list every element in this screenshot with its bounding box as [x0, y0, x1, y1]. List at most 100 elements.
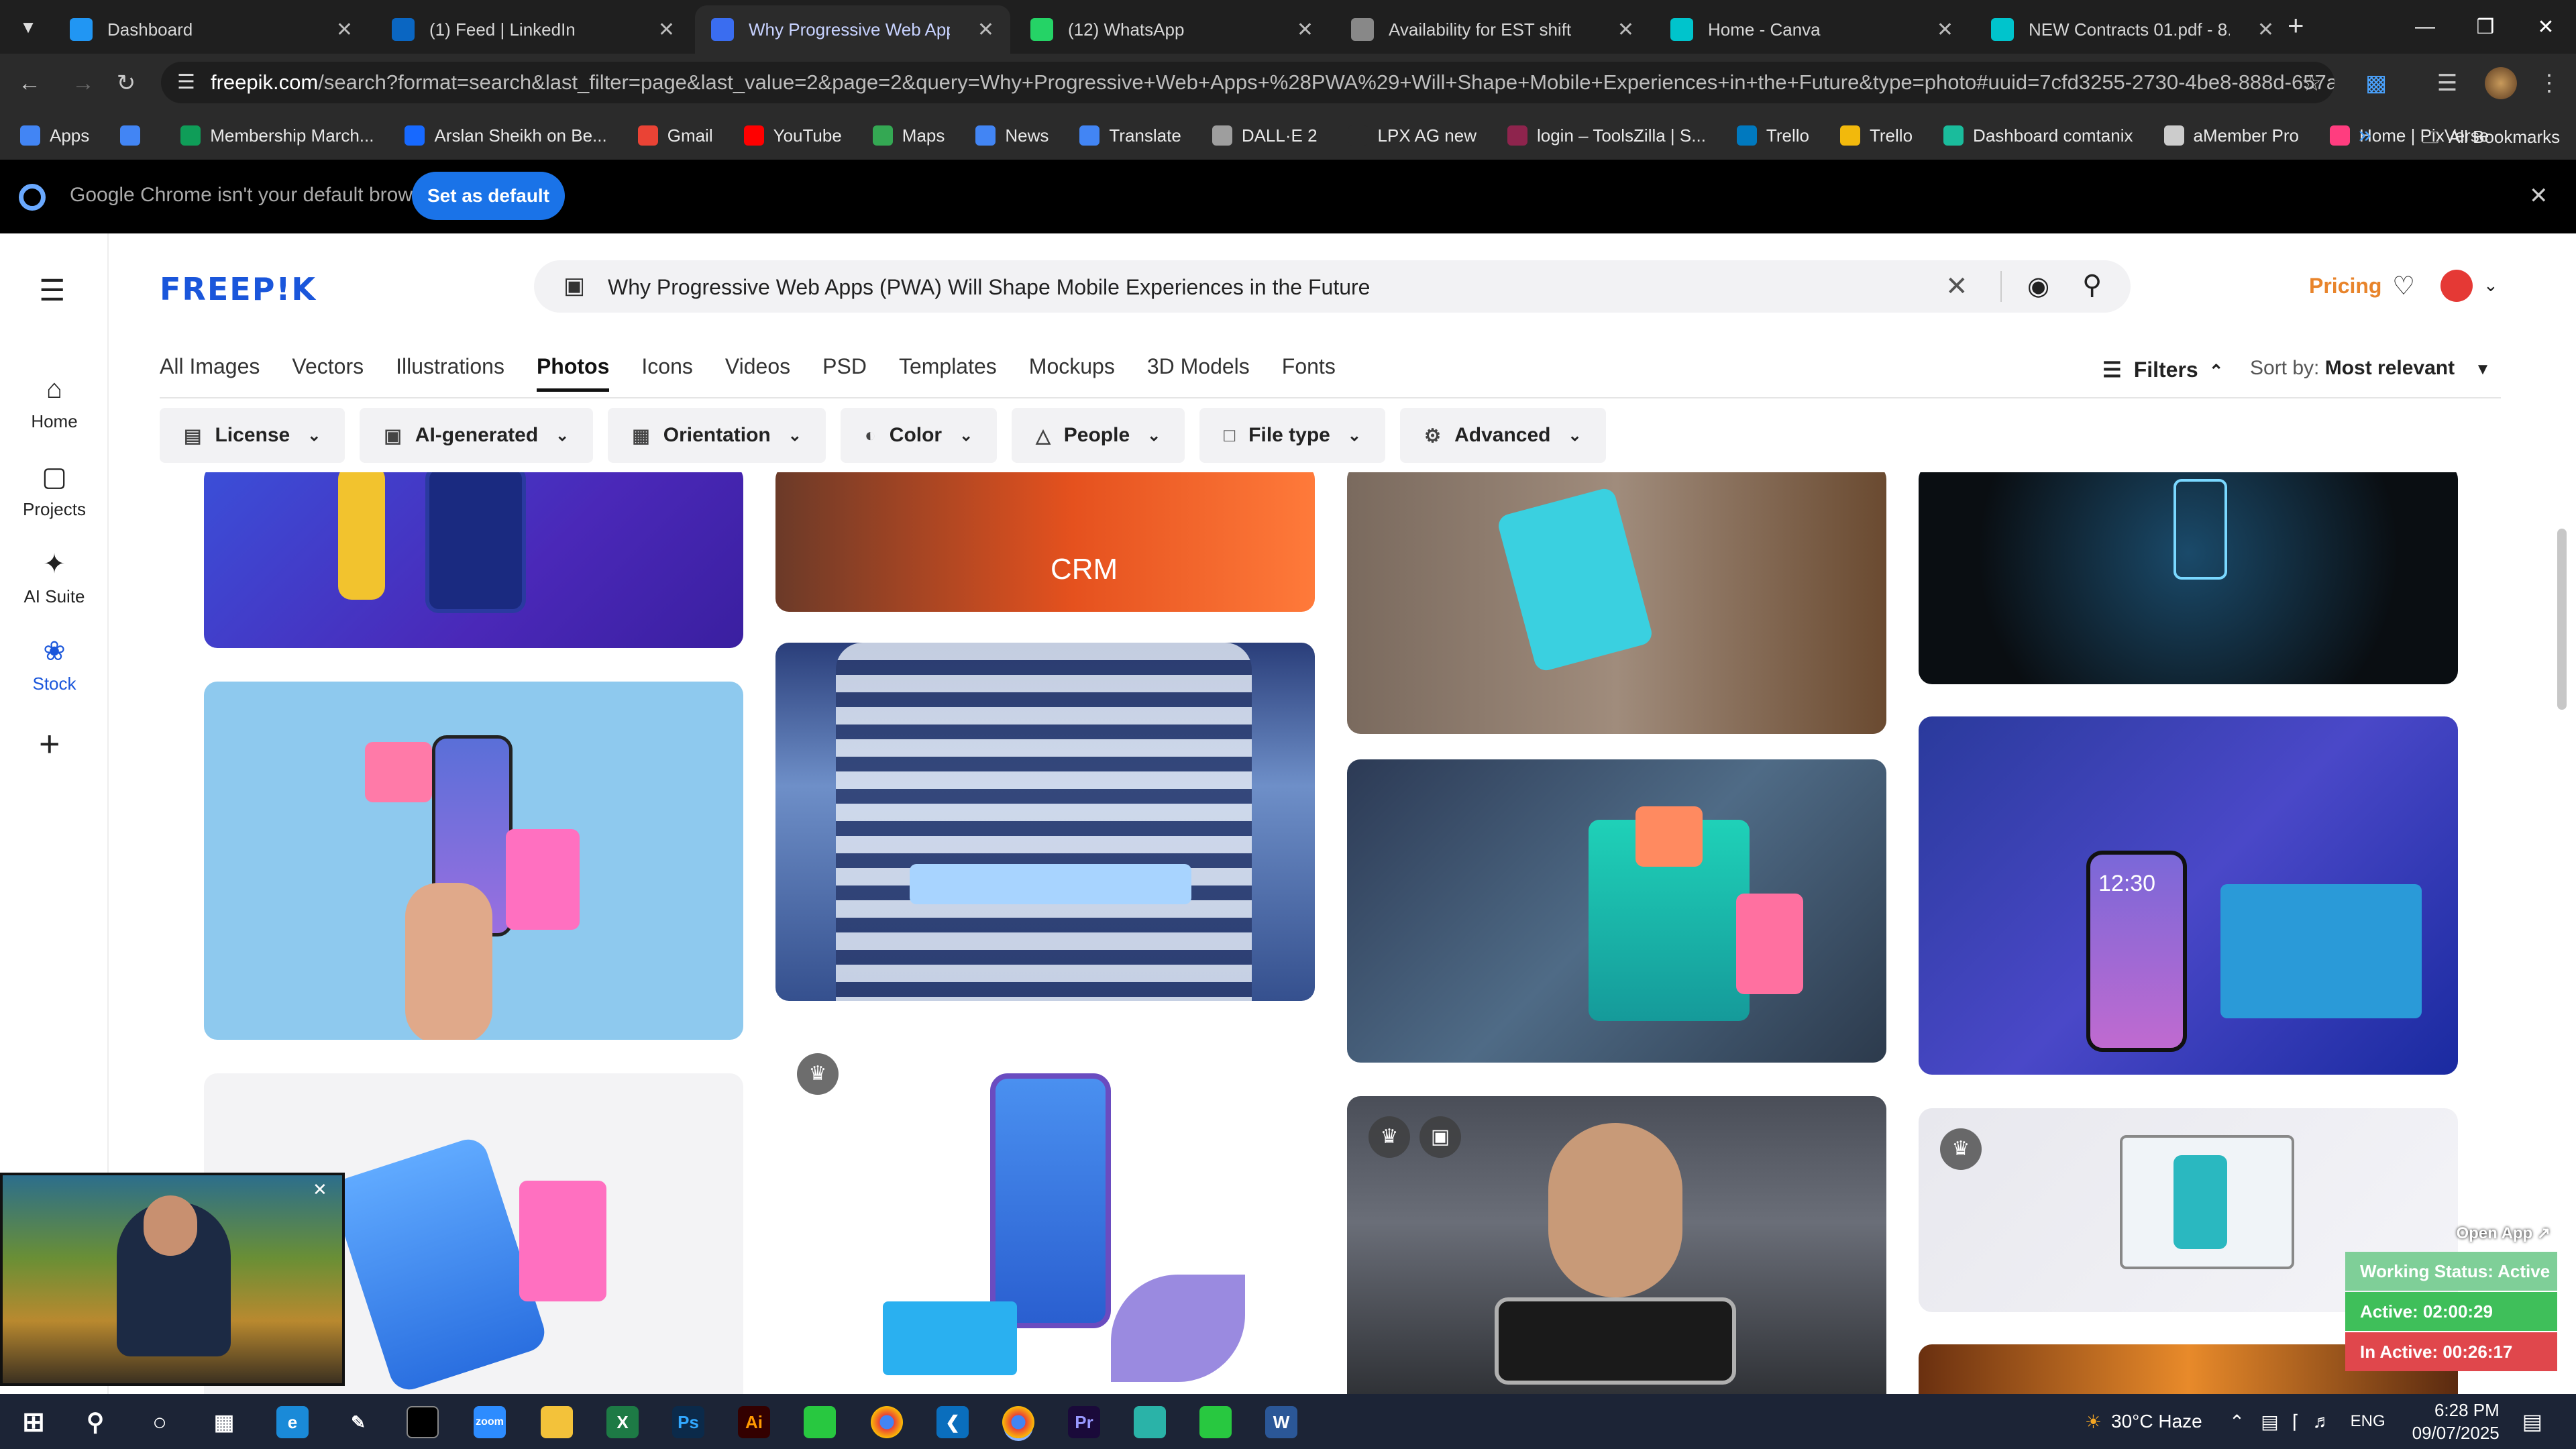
media-control-icon[interactable]: ☰ — [2432, 68, 2462, 98]
bookmark-item[interactable]: Maps — [872, 125, 945, 146]
banner-close-icon[interactable]: ✕ — [2529, 182, 2548, 209]
excel-icon[interactable]: X — [606, 1406, 639, 1438]
tab-close-icon[interactable]: ✕ — [2257, 18, 2274, 42]
all-bookmarks[interactable]: 🗀 All Bookmarks — [2422, 125, 2560, 154]
chrome-icon[interactable] — [871, 1406, 903, 1438]
bookmark-item[interactable]: aMember Pro — [2163, 125, 2299, 146]
app-green-icon[interactable] — [804, 1406, 836, 1438]
result-image[interactable]: 12:30 — [1919, 716, 2458, 1075]
word-icon[interactable]: W — [1265, 1406, 1297, 1438]
tab-close-icon[interactable]: ✕ — [977, 18, 994, 42]
edge-icon[interactable]: e — [276, 1406, 309, 1438]
tab-close-icon[interactable]: ✕ — [1297, 18, 1313, 42]
extensions-icon[interactable]: ▩ — [2361, 68, 2391, 98]
tab-close-icon[interactable]: ✕ — [336, 18, 353, 42]
tab[interactable]: Dashboard ✕ — [54, 5, 369, 54]
sort-dropdown[interactable]: Sort by: Most relevant ▼ — [2250, 357, 2491, 380]
filters-toggle[interactable]: ☰ Filters ⌃ — [2102, 357, 2224, 382]
terminal-icon[interactable] — [407, 1406, 439, 1438]
search-bar[interactable]: ▣ Why Progressive Web Apps (PWA) Will Sh… — [534, 260, 2131, 313]
user-menu-chevron-icon[interactable]: ⌄ — [2483, 275, 2498, 296]
tab[interactable]: Why Progressive Web Apps (P… ✕ — [695, 5, 1010, 54]
category-tab[interactable]: Templates — [899, 354, 997, 392]
filter-chip[interactable]: ⚙ Advanced ⌄ — [1399, 408, 1606, 463]
tab[interactable]: NEW Contracts 01.pdf - 8.208 ✕ — [1975, 5, 2290, 54]
tab[interactable]: (12) WhatsApp ✕ — [1014, 5, 1330, 54]
category-tab[interactable]: Vectors — [292, 354, 364, 392]
weather-text[interactable]: 30°C Haze — [2111, 1411, 2202, 1432]
category-tab[interactable]: All Images — [160, 354, 260, 392]
network-icon[interactable]: ▤ — [2261, 1411, 2278, 1433]
hamburger-menu-icon[interactable]: ☰ — [39, 274, 65, 308]
bookmark-item[interactable]: Membership March... — [180, 125, 374, 146]
search-icon[interactable]: ⚲ — [2082, 270, 2102, 301]
user-avatar[interactable] — [2440, 270, 2473, 302]
result-image[interactable]: ♛ — [775, 1033, 1315, 1394]
bookmark-item[interactable]: Translate — [1079, 125, 1181, 146]
category-tab[interactable]: Icons — [641, 354, 692, 392]
notifications-bell-icon[interactable]: ♡ — [2392, 271, 2415, 301]
premiere-icon[interactable]: Pr — [1068, 1406, 1100, 1438]
maximize-button[interactable]: ❒ — [2455, 0, 2516, 54]
left-nav-item[interactable]: ⌂ Home — [0, 374, 109, 432]
result-image[interactable]: ♛ ▣ — [1347, 1096, 1886, 1394]
forward-icon[interactable]: → — [68, 68, 98, 98]
bookmark-item[interactable]: Gmail — [637, 125, 713, 146]
category-tab[interactable]: 3D Models — [1147, 354, 1250, 392]
filter-chip[interactable]: ▤ License ⌄ — [160, 408, 345, 463]
minimize-button[interactable]: — — [2395, 0, 2455, 54]
bookmark-item[interactable]: Apps — [20, 125, 89, 146]
app-green2-icon[interactable] — [1199, 1406, 1232, 1438]
result-image[interactable] — [775, 643, 1315, 1001]
category-tab[interactable]: Videos — [725, 354, 790, 392]
result-image[interactable]: CRM — [775, 472, 1315, 612]
photoshop-icon[interactable]: Ps — [672, 1406, 704, 1438]
bookmark-item[interactable]: Dashboard comtanix — [1943, 125, 2133, 146]
freepik-logo[interactable]: FREEP!K — [160, 271, 317, 307]
bookmark-star-icon[interactable]: ☆ — [2297, 68, 2326, 98]
video-close-icon[interactable]: ✕ — [313, 1179, 327, 1200]
chevron-up-tray-icon[interactable]: ⌃ — [2229, 1411, 2245, 1433]
bookmark-item[interactable]: Trello — [1736, 125, 1809, 146]
wifi-icon[interactable]: ⌈ — [2292, 1411, 2300, 1433]
pen-icon[interactable]: ✎ — [342, 1406, 374, 1438]
tab-close-icon[interactable]: ✕ — [1617, 18, 1634, 42]
chrome-active-icon[interactable] — [1002, 1406, 1034, 1438]
start-icon[interactable]: ⊞ — [17, 1406, 50, 1438]
more-bookmarks-button[interactable]: » — [2359, 122, 2371, 148]
search-input[interactable]: Why Progressive Web Apps (PWA) Will Shap… — [608, 275, 1370, 300]
app-diamond-icon[interactable] — [1134, 1406, 1166, 1438]
illustrator-icon[interactable]: Ai — [738, 1406, 770, 1438]
bookmark-item[interactable]: News — [975, 125, 1049, 146]
bookmark-item[interactable]: Arslan Sheikh on Be... — [405, 125, 607, 146]
tab[interactable]: (1) Feed | LinkedIn ✕ — [376, 5, 691, 54]
tab-search-button[interactable]: ▼ — [15, 13, 42, 40]
address-bar[interactable]: ☰ freepik.com/search?format=search&last_… — [161, 62, 2334, 103]
bookmark-item[interactable] — [120, 125, 150, 146]
result-image[interactable] — [1347, 472, 1886, 734]
category-tab[interactable]: Mockups — [1029, 354, 1115, 392]
filter-chip[interactable]: □ File type ⌄ — [1199, 408, 1385, 463]
bookmark-item[interactable]: Trello — [1839, 125, 1913, 146]
bookmark-item[interactable]: DALL·E 2 — [1212, 125, 1318, 146]
category-tab[interactable]: PSD — [822, 354, 867, 392]
clock[interactable]: 6:28 PM 09/07/2025 — [2412, 1399, 2500, 1444]
filter-chip[interactable]: ▣ AI-generated ⌄ — [360, 408, 594, 463]
result-image[interactable] — [1347, 759, 1886, 1063]
volume-icon[interactable]: ♬ — [2313, 1411, 2332, 1432]
result-image[interactable] — [1919, 472, 2458, 684]
filter-chip[interactable]: ▦ Orientation ⌄ — [608, 408, 826, 463]
filter-chip[interactable]: ◐ Color ⌄ — [840, 408, 998, 463]
vscode-icon[interactable]: ❮ — [936, 1406, 969, 1438]
result-image[interactable] — [204, 682, 743, 1040]
zoom-icon[interactable]: zoom — [474, 1406, 506, 1438]
tab[interactable]: Home - Canva ✕ — [1654, 5, 1970, 54]
category-tab[interactable]: Illustrations — [396, 354, 504, 392]
search-taskbar-icon[interactable]: ⚲ — [79, 1406, 111, 1438]
bookmark-item[interactable]: YouTube — [743, 125, 842, 146]
back-icon[interactable]: ← — [15, 68, 44, 98]
open-app-button[interactable]: Open App ↗ — [2345, 1217, 2557, 1250]
file-explorer-icon[interactable] — [541, 1406, 573, 1438]
page-scrollbar[interactable] — [2557, 529, 2567, 710]
tab-close-icon[interactable]: ✕ — [658, 18, 675, 42]
